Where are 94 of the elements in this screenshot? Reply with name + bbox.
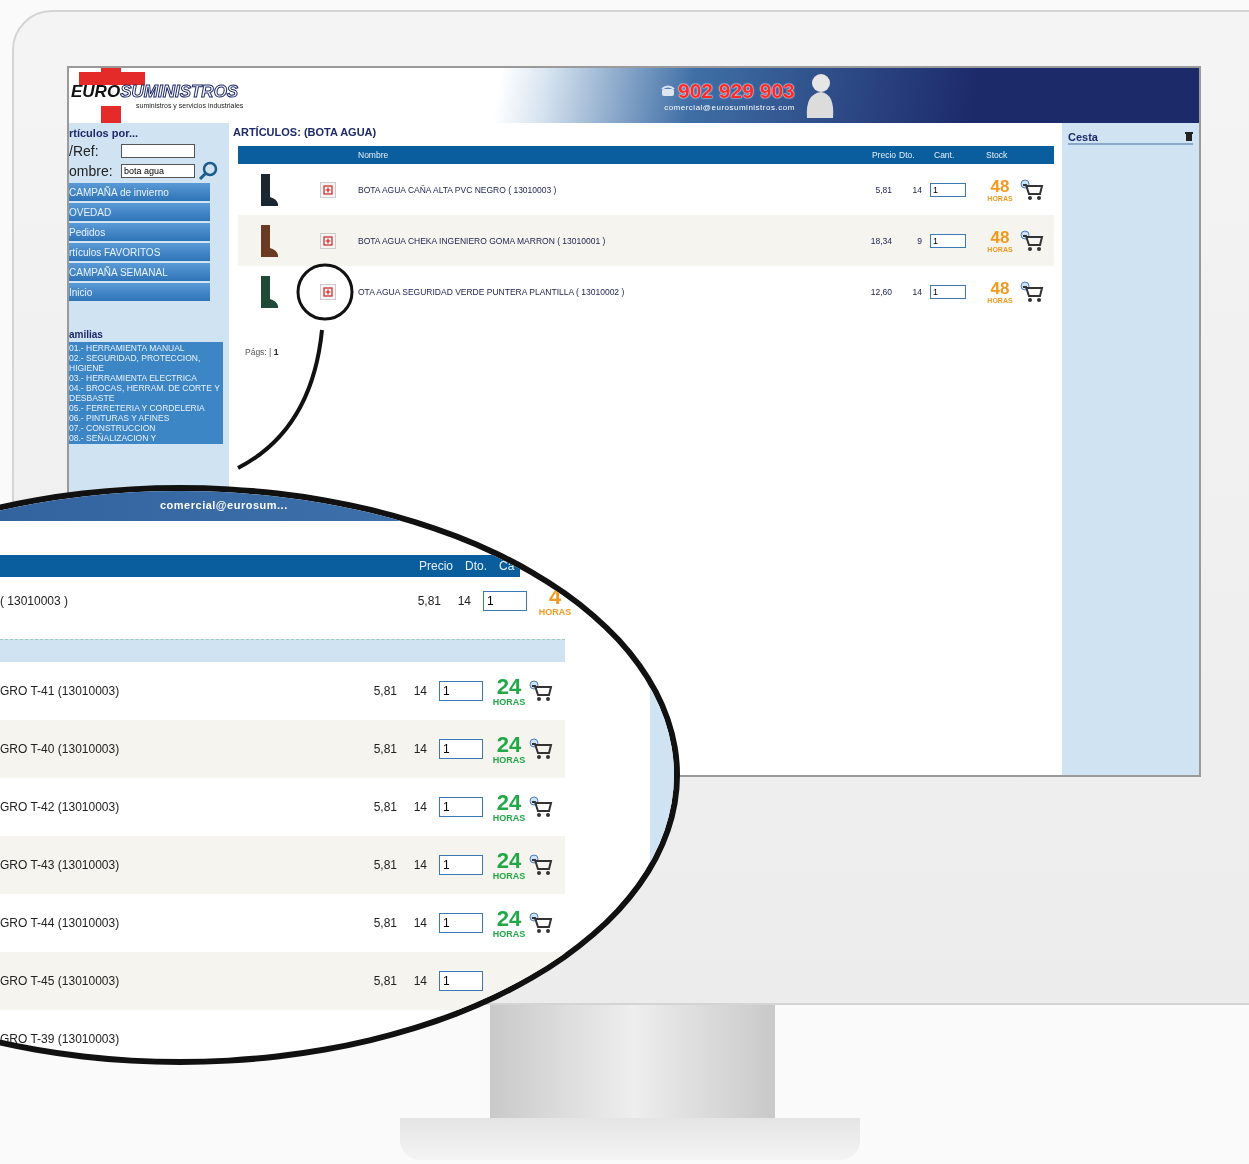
product-name[interactable]: OTA AGUA SEGURIDAD VERDE PUNTERA PLANTILLA ( 13010002 ) <box>358 286 852 297</box>
price: 5,81 <box>372 800 398 814</box>
ref-label: /Ref: <box>69 143 100 159</box>
variant-name[interactable]: GRO T-40 (13010003) <box>0 742 361 756</box>
search-title: rtículos por... <box>69 127 140 139</box>
quantity-field[interactable]: 1 <box>439 739 483 759</box>
stock-label: 24 HORAS <box>491 733 527 765</box>
stock-label: 24 HORAS <box>491 907 527 939</box>
price: 18,34 <box>869 235 893 246</box>
menu-item[interactable]: CAMPAÑA SEMANAL <box>69 263 210 281</box>
family-link[interactable]: 05.- FERRETERIA Y CORDELERIA <box>69 403 223 413</box>
price: 5,81 <box>372 742 398 756</box>
quantity-field[interactable]: 1 <box>439 971 483 991</box>
price: 5,81 <box>372 858 398 872</box>
product-name[interactable]: ( 13010003 ) <box>0 594 399 608</box>
price: 5,81 <box>372 974 398 988</box>
pager-label: Págs: | <box>245 347 272 357</box>
stock-label: 24 HORAS <box>491 791 527 823</box>
email-address: comercial@eurosum... <box>160 499 288 511</box>
column-header: Precio <box>419 559 454 573</box>
quantity-field[interactable]: 1 <box>483 591 527 611</box>
discount: 14 <box>412 916 428 930</box>
family-link[interactable]: 07.- CONSTRUCCION <box>69 423 223 433</box>
page-title: ARTÍCULOS: (BOTA AGUA) <box>233 126 378 138</box>
column-header: Dto. <box>898 150 916 160</box>
discount: 14 <box>412 858 428 872</box>
name-label: ombre: <box>69 163 114 179</box>
column-header: Cant. <box>933 150 956 160</box>
variant-name[interactable]: GRO T-44 (13010003) <box>0 916 361 930</box>
expand-icon[interactable] <box>320 283 336 300</box>
variant-name[interactable]: GRO T-43 (13010003) <box>0 858 361 872</box>
product-name[interactable]: BOTA AGUA CHEKA INGENIERO GOMA MARRON ( 13010001 ) <box>358 235 852 246</box>
expand-icon[interactable] <box>320 232 336 249</box>
discount: 9 <box>916 235 923 246</box>
family-link[interactable]: 02.- SEGURIDAD, PROTECCION, HIGIENE <box>69 353 223 373</box>
cart-icon[interactable] <box>529 738 553 760</box>
name-field[interactable]: bota agua <box>121 164 195 178</box>
family-link[interactable]: 04.- BROCAS, HERRAM. DE CORTE Y DESBASTE <box>69 383 223 403</box>
menu-item[interactable]: Inicio <box>69 283 210 301</box>
stock-label: 24 HORAS <box>491 675 527 707</box>
discount: 14 <box>412 742 428 756</box>
cart-icon[interactable] <box>529 912 553 934</box>
stock-label: 24 HORAS <box>491 849 527 881</box>
discount: 14 <box>456 594 472 608</box>
phone-number: 902 929 903 <box>678 79 795 103</box>
discount: 14 <box>412 800 428 814</box>
ref-field[interactable] <box>121 144 195 158</box>
family-link[interactable]: 08.- SEÑALIZACION Y <box>69 433 223 443</box>
quantity-field[interactable]: 1 <box>930 284 966 299</box>
quantity-field[interactable]: 1 <box>930 182 966 197</box>
variant-name[interactable]: GRO T-45 (13010003) <box>0 974 361 988</box>
discount: 14 <box>412 974 428 988</box>
price: 5,81 <box>874 184 893 195</box>
cart-icon[interactable] <box>1020 280 1044 303</box>
menu-item[interactable]: Pedidos <box>69 223 210 241</box>
column-header: Dto. <box>465 559 488 573</box>
variant-name[interactable]: GRO T-42 (13010003) <box>0 800 361 814</box>
quantity-field[interactable]: 1 <box>439 797 483 817</box>
quantity-field[interactable]: 1 <box>439 681 483 701</box>
page-link[interactable]: 1 <box>273 347 279 357</box>
logo-text: EUROSUMINISTROS <box>71 82 240 102</box>
expand-icon[interactable] <box>320 181 336 198</box>
cart-icon[interactable] <box>1020 178 1044 201</box>
family-link[interactable]: 06.- PINTURAS Y AFINES <box>69 413 223 423</box>
phone-icon <box>661 85 675 97</box>
quantity-field[interactable]: 1 <box>439 855 483 875</box>
discount: 14 <box>911 184 923 195</box>
search-icon[interactable] <box>198 161 218 181</box>
family-link[interactable]: 01.- HERRAMIENTA MANUAL <box>69 343 223 353</box>
cart-icon[interactable] <box>529 854 553 876</box>
family-link[interactable]: 03.- HERRAMIENTA ELECTRICA <box>69 373 223 383</box>
basket-title: Cesta <box>1068 131 1098 143</box>
cart-icon[interactable] <box>529 680 553 702</box>
quantity-field[interactable]: 1 <box>439 913 483 933</box>
menu-item[interactable]: rtículos FAVORITOS <box>69 243 210 261</box>
column-header: Nombre <box>358 150 390 160</box>
price: 5,81 <box>416 594 442 608</box>
cart-icon[interactable] <box>1020 229 1044 252</box>
price: 5,81 <box>372 684 398 698</box>
price: 12,60 <box>869 286 893 297</box>
discount: 14 <box>911 286 923 297</box>
email-address: comercial@eurosuministros.com <box>664 103 795 112</box>
variant-name[interactable]: GRO T-41 (13010003) <box>0 684 361 698</box>
product-name[interactable]: BOTA AGUA CAÑA ALTA PVC NEGRO ( 13010003 ) <box>358 184 852 195</box>
discount: 14 <box>412 684 428 698</box>
column-header: Stock <box>985 150 1009 160</box>
families-title: amilias <box>69 329 104 340</box>
column-header: Precio <box>870 150 896 160</box>
quantity-field[interactable]: 1 <box>930 233 966 248</box>
cart-icon[interactable] <box>529 796 553 818</box>
trash-icon[interactable] <box>1185 131 1193 141</box>
callout-ring <box>296 263 354 321</box>
price: 5,81 <box>372 916 398 930</box>
menu-item[interactable]: CAMPAÑA de invierno <box>69 183 210 201</box>
